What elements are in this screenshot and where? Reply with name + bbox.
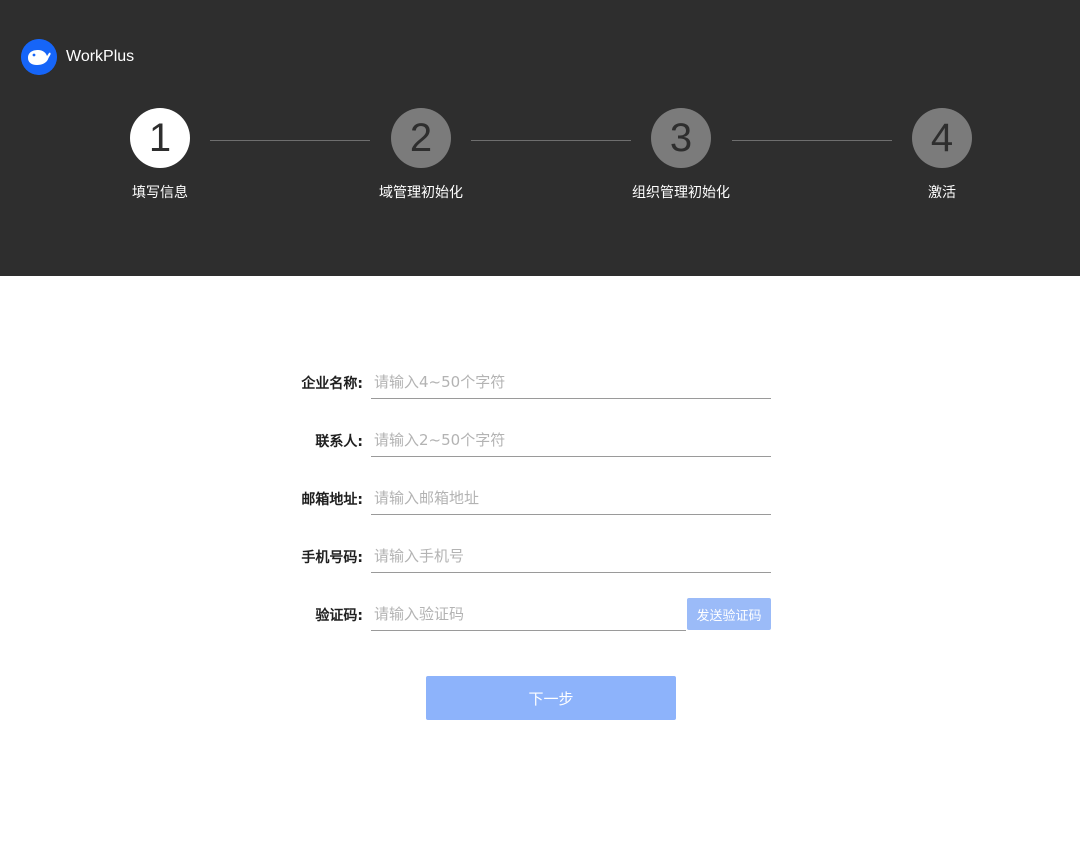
form-row-phone: 手机号码: [0, 540, 1080, 574]
form-row-company: 企业名称: [0, 366, 1080, 400]
app-name: WorkPlus [66, 48, 135, 65]
contact-label: 联系人: [315, 434, 363, 450]
step-connector [732, 140, 892, 141]
company-name-label: 企业名称: [301, 376, 363, 392]
step-number: 4 [912, 108, 972, 168]
verification-code-input[interactable] [371, 598, 686, 631]
email-input[interactable] [371, 482, 771, 515]
brand: WorkPlus [21, 39, 134, 75]
step-fill-info: 1 填写信息 [100, 108, 220, 202]
step-connector [210, 140, 370, 141]
step-org-init: 3 组织管理初始化 [621, 108, 741, 202]
step-number: 2 [391, 108, 451, 168]
step-number: 1 [130, 108, 190, 168]
form-row-contact: 联系人: [0, 424, 1080, 458]
step-activate: 4 激活 [882, 108, 1002, 202]
phone-label: 手机号码: [301, 550, 363, 566]
next-step-button[interactable]: 下一步 [426, 676, 676, 720]
step-number: 3 [651, 108, 711, 168]
contact-input[interactable] [371, 424, 771, 457]
header: WorkPlus 1 填写信息 2 域管理初始化 3 组织管理初始化 4 激活 [0, 0, 1080, 276]
form-row-code: 验证码: 发送验证码 [0, 598, 1080, 632]
code-label: 验证码: [315, 608, 363, 624]
step-label: 激活 [928, 185, 956, 201]
email-label: 邮箱地址: [301, 492, 363, 508]
company-name-input[interactable] [371, 366, 771, 399]
step-connector [471, 140, 631, 141]
step-label: 组织管理初始化 [632, 185, 730, 201]
step-domain-init: 2 域管理初始化 [361, 108, 481, 202]
phone-input[interactable] [371, 540, 771, 573]
step-label: 域管理初始化 [379, 185, 463, 201]
step-label: 填写信息 [132, 185, 188, 201]
form-row-email: 邮箱地址: [0, 482, 1080, 516]
send-code-button[interactable]: 发送验证码 [687, 598, 771, 630]
whale-logo-icon [21, 39, 57, 75]
